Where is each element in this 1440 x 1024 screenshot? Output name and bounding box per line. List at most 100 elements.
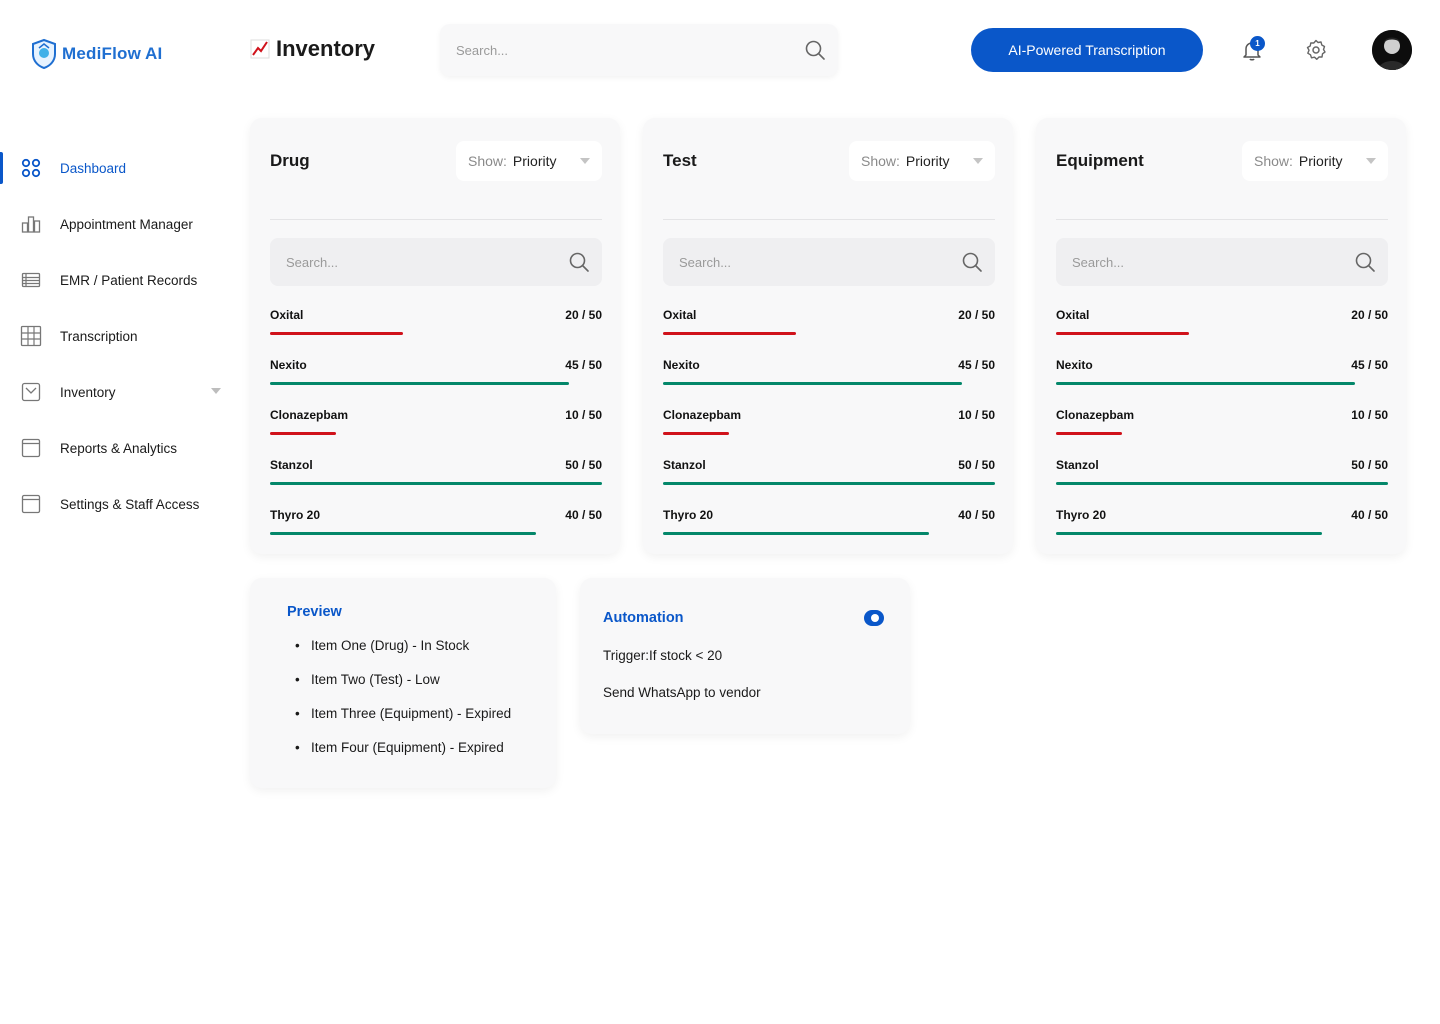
show-value: Priority [1298,152,1343,169]
preview-list: Item One (Drug) - In Stock Item Two (Tes… [287,638,556,774]
inventory-list: Oxital 20 / 50 Nexito 45 / 50 Clonazepba… [270,308,602,558]
stock-progress-bar [1056,532,1388,535]
sidebar-item-label: Inventory [60,384,116,400]
app-logo[interactable]: MediFlow AI [30,38,162,70]
automation-panel: Automation Trigger:If stock < 20 Send Wh… [580,578,910,734]
card-search-input[interactable] [286,254,530,270]
global-search[interactable] [440,24,838,76]
sidebar-item-label: Reports & Analytics [60,440,178,456]
page-title: Inventory [250,36,375,62]
show-priority-select[interactable]: Show: Priority [849,140,995,181]
stock-progress-bar [270,482,602,485]
grid-icon [20,157,42,179]
chevron-down-icon[interactable] [211,388,221,394]
card-search[interactable] [1056,238,1388,286]
stock-progress-bar [1056,432,1388,435]
stock-progress-fill [663,432,730,435]
inventory-card-drug: Drug Show: Priority Oxital 20 [250,118,620,554]
item-name: Oxital [1056,308,1090,322]
item-name: Nexito [270,358,307,372]
stock-progress-bar [663,532,995,535]
window-icon [20,493,42,515]
automation-toggle[interactable] [864,610,884,626]
automation-trigger: Trigger:If stock < 20 [603,648,723,663]
inventory-row[interactable]: Thyro 20 40 / 50 [663,508,995,558]
sidebar-item-reports-analytics[interactable]: Reports & Analytics [0,420,240,476]
card-search[interactable] [270,238,602,286]
stock-progress-fill [1056,382,1355,385]
trend-chart-icon [250,39,270,59]
page-title-text: Inventory [276,36,376,61]
automation-title: Automation [603,610,684,626]
item-stock: 45 / 50 [1351,358,1388,372]
stock-progress-fill [663,382,962,385]
inventory-row[interactable]: Oxital 20 / 50 [270,308,602,358]
stock-progress-fill [1056,332,1189,335]
notification-badge: 1 [1250,36,1265,51]
gear-icon[interactable] [1304,38,1328,62]
stock-progress-bar [270,432,602,435]
inventory-row[interactable]: Stanzol 50 / 50 [1056,458,1388,508]
inventory-row[interactable]: Clonazepbam 10 / 50 [1056,408,1388,458]
inventory-row[interactable]: Oxital 20 / 50 [663,308,995,358]
search-icon[interactable] [1354,251,1376,273]
card-search[interactable] [663,238,995,286]
show-priority-select[interactable]: Show: Priority [456,140,602,181]
stock-progress-bar [1056,382,1388,385]
stock-progress-fill [270,332,403,335]
sidebar-item-label: Settings & Staff Access [60,496,200,512]
preview-title: Preview [287,604,342,620]
item-stock: 45 / 50 [958,358,995,372]
item-name: Stanzol [1056,458,1099,472]
user-avatar[interactable] [1372,30,1412,70]
inventory-row[interactable]: Thyro 20 40 / 50 [270,508,602,558]
inventory-row[interactable]: Oxital 20 / 50 [1056,308,1388,358]
inventory-row[interactable]: Nexito 45 / 50 [270,358,602,408]
item-stock: 20 / 50 [1351,308,1388,322]
chevron-down-icon [580,157,590,164]
sidebar-item-settings-staff-access[interactable]: Settings & Staff Access [0,476,240,532]
show-priority-select[interactable]: Show: Priority [1242,140,1388,181]
sidebar: Dashboard Appointment Manager EMR / Pati… [0,140,240,532]
table-icon [20,325,42,347]
sidebar-item-inventory[interactable]: Inventory [0,364,240,420]
stock-progress-bar [1056,332,1388,335]
search-icon[interactable] [568,251,590,273]
item-name: Stanzol [663,458,706,472]
inventory-card-equipment: Equipment Show: Priority Oxital [1036,118,1406,554]
stock-progress-bar [663,432,995,435]
stock-progress-fill [1056,482,1388,485]
ai-transcription-button[interactable]: AI-Powered Transcription [971,28,1203,72]
stock-progress-fill [270,382,569,385]
inventory-row[interactable]: Stanzol 50 / 50 [663,458,995,508]
stock-progress-bar [270,332,602,335]
item-stock: 20 / 50 [958,308,995,322]
inventory-row[interactable]: Clonazepbam 10 / 50 [270,408,602,458]
sidebar-item-label: Dashboard [60,160,127,176]
inventory-row[interactable]: Nexito 45 / 50 [1056,358,1388,408]
inventory-row[interactable]: Stanzol 50 / 50 [270,458,602,508]
item-stock: 50 / 50 [565,458,602,472]
card-search-input[interactable] [679,254,923,270]
stock-progress-fill [663,532,929,535]
inventory-row[interactable]: Thyro 20 40 / 50 [1056,508,1388,558]
sidebar-item-appointment-manager[interactable]: Appointment Manager [0,196,240,252]
search-icon[interactable] [961,251,983,273]
global-search-input[interactable] [456,42,752,58]
sidebar-item-dashboard[interactable]: Dashboard [0,140,240,196]
sidebar-item-emr-patient-records[interactable]: EMR / Patient Records [0,252,240,308]
card-search-input[interactable] [1072,254,1316,270]
stock-progress-bar [663,382,995,385]
search-icon[interactable] [804,39,826,61]
window-icon [20,437,42,459]
show-label: Show: [1254,152,1293,169]
stock-progress-bar [270,532,602,535]
inventory-row[interactable]: Nexito 45 / 50 [663,358,995,408]
sidebar-item-transcription[interactable]: Transcription [0,308,240,364]
list-item: Item One (Drug) - In Stock [287,638,556,672]
item-name: Thyro 20 [270,508,321,522]
item-name: Nexito [1056,358,1093,372]
stock-progress-fill [270,432,337,435]
inventory-row[interactable]: Clonazepbam 10 / 50 [663,408,995,458]
stock-progress-bar [1056,482,1388,485]
